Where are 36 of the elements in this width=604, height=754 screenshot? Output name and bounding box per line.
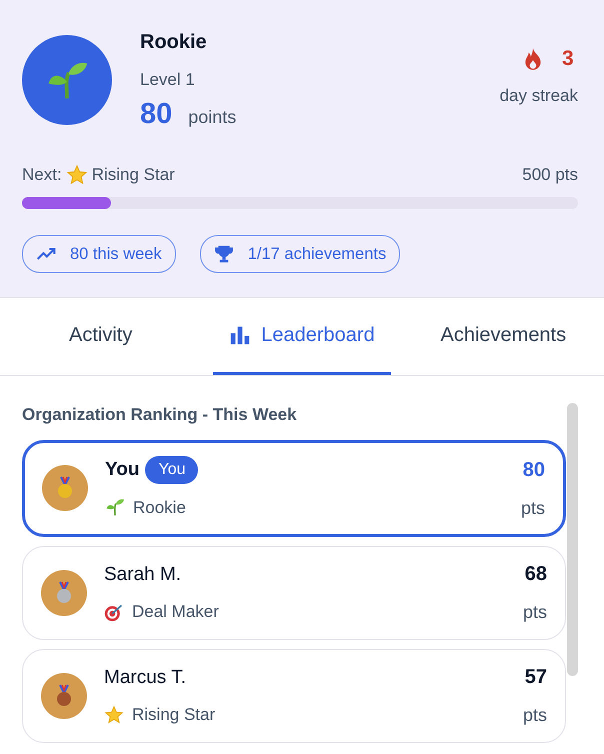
rank-title: Deal Maker: [132, 601, 219, 623]
points-unit: pts: [522, 704, 547, 727]
leaderboard-entry[interactable]: Marcus T. Rising Star 57 pts: [22, 648, 566, 742]
trophy-icon: [214, 244, 234, 264]
leaderboard-entry[interactable]: Sarah M. Deal Maker 68 pts: [22, 546, 566, 640]
tab[interactable]: Achievements: [414, 298, 592, 375]
player-name: Sarah M.: [104, 562, 182, 586]
star-icon: [104, 704, 124, 725]
rank-title: Rookie: [140, 30, 208, 55]
you-badge: You: [145, 456, 198, 484]
next-rank-title: Rising Star: [92, 164, 175, 186]
stat-pill[interactable]: 1/17 achievements: [200, 234, 400, 274]
streak-count: 3: [562, 46, 574, 72]
points-label: points: [188, 106, 236, 129]
streak-label: day streak: [500, 84, 578, 106]
points-unit: pts: [520, 496, 545, 520]
points-value: 80: [522, 458, 545, 482]
tab[interactable]: Activity: [12, 298, 190, 375]
rank-title: Rising Star: [132, 704, 216, 726]
points-value: 68: [524, 562, 547, 587]
points-value: 80: [140, 96, 172, 132]
tab[interactable]: Leaderboard: [213, 298, 391, 375]
star-icon: [66, 164, 88, 186]
stat-pill[interactable]: 80 this week: [22, 234, 176, 274]
level-label: Level 1: [140, 69, 196, 91]
next-label: Next:: [22, 164, 62, 186]
rank-title: Rookie: [133, 496, 186, 518]
bar-chart-icon: [229, 324, 252, 346]
player-name: Marcus T.: [104, 666, 186, 690]
points-value: 57: [524, 665, 547, 690]
points-unit: pts: [522, 601, 547, 624]
seedling-icon: [105, 497, 125, 518]
leaderboard-entry[interactable]: You You Rookie 80 pts: [22, 440, 566, 536]
section-heading: Organization Ranking - This Week: [22, 404, 298, 426]
player-name: You: [105, 458, 140, 482]
target-points: 500 pts: [522, 164, 578, 186]
